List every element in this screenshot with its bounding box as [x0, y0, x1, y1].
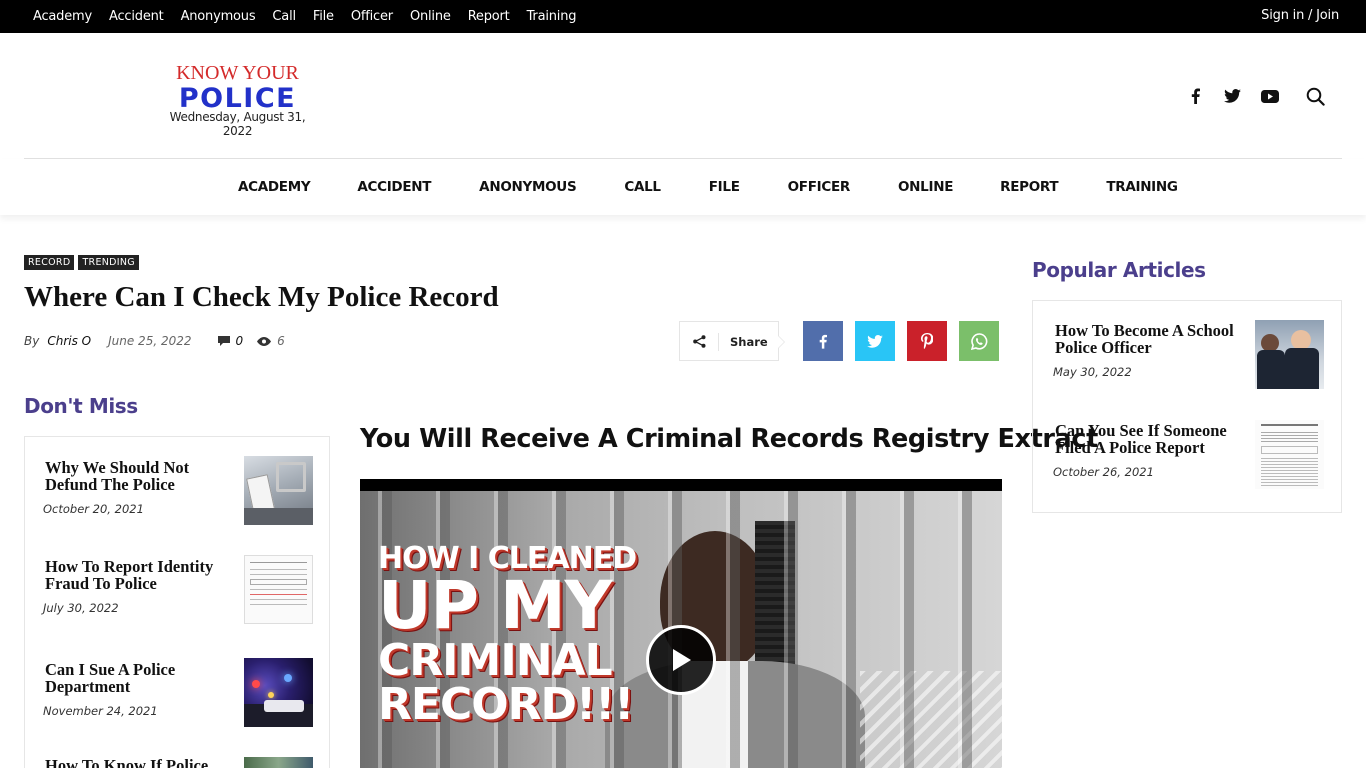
list-item[interactable]: Why We Should Not Defund The Police Octo…: [43, 459, 225, 516]
comment-count[interactable]: 0: [217, 334, 244, 348]
site-logo[interactable]: KNOW YOUR POLICE Wednesday, August 31, 2…: [155, 62, 320, 138]
whatsapp-icon: [970, 332, 987, 350]
top-link-accident[interactable]: Accident: [109, 9, 164, 24]
list-item-date: October 26, 2021: [1053, 465, 1154, 479]
share-label: Share: [730, 335, 768, 349]
play-icon: [673, 649, 691, 671]
form-document-thumbnail[interactable]: [244, 555, 313, 624]
top-bar: Academy Accident Anonymous Call File Off…: [0, 0, 1366, 33]
police-report-document-thumbnail[interactable]: [1255, 420, 1324, 489]
comment-icon: [217, 336, 230, 346]
police-lights-thumbnail[interactable]: [244, 658, 313, 727]
category-tags: RECORD TRENDING: [24, 255, 139, 270]
top-link-call[interactable]: Call: [272, 9, 296, 24]
nav-officer[interactable]: OFFICER: [788, 179, 851, 195]
tag-trending[interactable]: TRENDING: [78, 255, 139, 270]
facebook-icon[interactable]: [1186, 86, 1204, 106]
popular-articles-list: How To Become A School Police Officer Ma…: [1032, 300, 1342, 513]
play-button[interactable]: [646, 625, 716, 695]
list-item-title[interactable]: How To Report Identity Fraud To Police: [45, 558, 225, 592]
list-item[interactable]: How To Report Identity Fraud To Police J…: [43, 558, 225, 615]
school-officers-thumbnail[interactable]: [1255, 320, 1324, 389]
by-label: By: [24, 334, 40, 348]
video-title-line3: CRIMINAL: [378, 635, 613, 686]
nav-accident[interactable]: ACCIDENT: [357, 179, 431, 195]
nav-academy[interactable]: ACADEMY: [238, 179, 311, 195]
top-link-report[interactable]: Report: [468, 9, 510, 24]
top-link-officer[interactable]: Officer: [351, 9, 393, 24]
main-nav: ACADEMY ACCIDENT ANONYMOUS CALL FILE OFF…: [0, 159, 1366, 215]
list-item[interactable]: Can I Sue A Police Department November 2…: [43, 661, 225, 718]
top-link-academy[interactable]: Academy: [33, 9, 92, 24]
pinterest-icon: [921, 333, 933, 349]
share-whatsapp-button[interactable]: [959, 321, 999, 361]
top-link-training[interactable]: Training: [527, 9, 577, 24]
list-item-title[interactable]: Can I Sue A Police Department: [45, 661, 225, 695]
list-item[interactable]: How To Know If Police: [45, 757, 225, 768]
list-item-date: October 20, 2021: [43, 502, 144, 516]
nav-anonymous[interactable]: ANONYMOUS: [479, 179, 577, 195]
share-icon: [693, 335, 706, 348]
video-title-line2: UP MY: [378, 567, 612, 644]
facebook-icon: [819, 334, 827, 349]
share-pinterest-button[interactable]: [907, 321, 947, 361]
tag-record[interactable]: RECORD: [24, 255, 75, 270]
list-item-title[interactable]: Can You See If Someone Filed A Police Re…: [1055, 422, 1240, 456]
protest-thumbnail[interactable]: [244, 456, 313, 525]
dont-miss-heading: Don't Miss: [24, 394, 138, 418]
view-count-value: 6: [277, 334, 285, 348]
list-item-title[interactable]: Why We Should Not Defund The Police: [45, 459, 225, 493]
youtube-icon[interactable]: [1259, 86, 1281, 106]
signin-link[interactable]: Sign in / Join: [1261, 8, 1339, 23]
logo-line1: KNOW YOUR: [176, 62, 299, 84]
list-item[interactable]: How To Become A School Police Officer Ma…: [1053, 322, 1240, 379]
article-title: Where Can I Check My Police Record: [24, 281, 499, 313]
nav-report[interactable]: REPORT: [1000, 179, 1058, 195]
comment-count-value: 0: [235, 334, 244, 348]
list-item-date: November 24, 2021: [43, 704, 158, 718]
popular-articles-heading: Popular Articles: [1032, 258, 1206, 282]
nav-online[interactable]: ONLINE: [898, 179, 953, 195]
twitter-icon: [867, 334, 883, 348]
share-button[interactable]: Share: [679, 321, 785, 361]
publish-date: June 25, 2022: [108, 334, 192, 348]
top-link-online[interactable]: Online: [410, 9, 451, 24]
view-count: 6: [257, 334, 285, 348]
article-subheading: You Will Receive A Criminal Records Regi…: [360, 424, 1098, 454]
list-item-title[interactable]: How To Become A School Police Officer: [1055, 322, 1240, 356]
list-item[interactable]: Can You See If Someone Filed A Police Re…: [1053, 422, 1240, 479]
list-item-title[interactable]: How To Know If Police: [45, 757, 225, 768]
video-title-line4: RECORD!!!: [378, 679, 634, 730]
search-icon[interactable]: [1304, 86, 1326, 106]
share-facebook-button[interactable]: [803, 321, 843, 361]
article-meta: By Chris O June 25, 2022 0 6: [24, 334, 285, 348]
eye-icon: [257, 336, 272, 346]
twitter-icon[interactable]: [1222, 86, 1242, 106]
video-player[interactable]: HOW I CLEANED UP MY CRIMINAL RECORD!!!: [360, 479, 1002, 768]
header-date: Wednesday, August 31, 2022: [169, 110, 306, 138]
nav-call[interactable]: CALL: [624, 179, 661, 195]
nav-training[interactable]: TRAINING: [1106, 179, 1178, 195]
author-link[interactable]: Chris O: [47, 334, 91, 348]
top-menu: Academy Accident Anonymous Call File Off…: [33, 9, 593, 24]
top-link-anonymous[interactable]: Anonymous: [181, 9, 256, 24]
dont-miss-list: Why We Should Not Defund The Police Octo…: [24, 436, 330, 768]
nav-file[interactable]: FILE: [709, 179, 740, 195]
police-car-thumbnail[interactable]: [244, 757, 313, 768]
top-link-file[interactable]: File: [313, 9, 334, 24]
list-item-date: May 30, 2022: [1053, 365, 1132, 379]
list-item-date: July 30, 2022: [43, 601, 119, 615]
share-twitter-button[interactable]: [855, 321, 895, 361]
